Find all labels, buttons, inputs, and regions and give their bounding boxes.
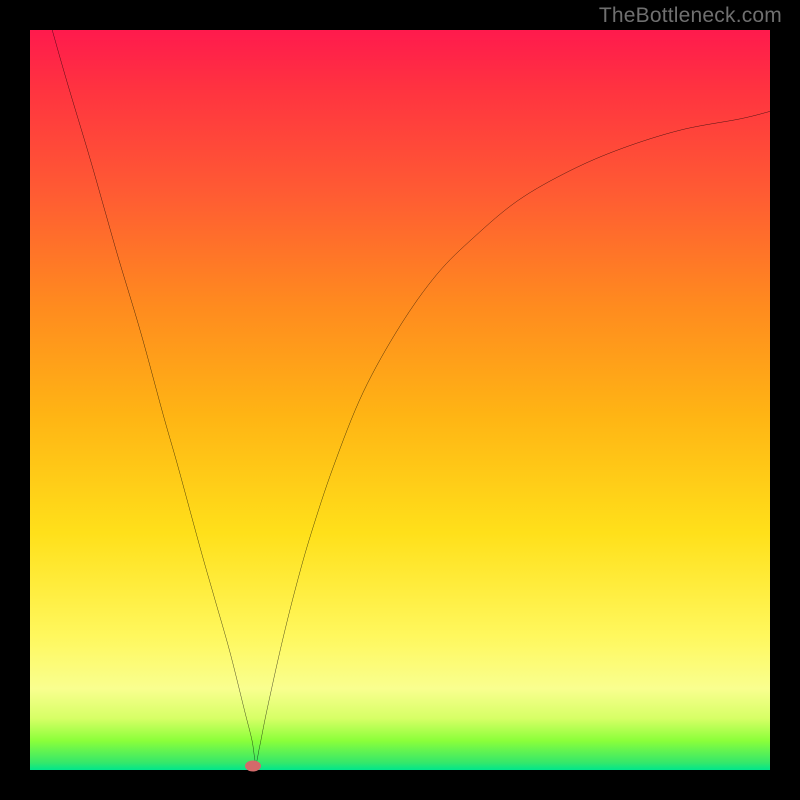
bottleneck-curve [52,30,770,763]
chart-frame: TheBottleneck.com [0,0,800,800]
chart-curve-layer [30,30,770,770]
watermark-text: TheBottleneck.com [599,4,782,28]
optimal-point-marker [245,760,261,771]
